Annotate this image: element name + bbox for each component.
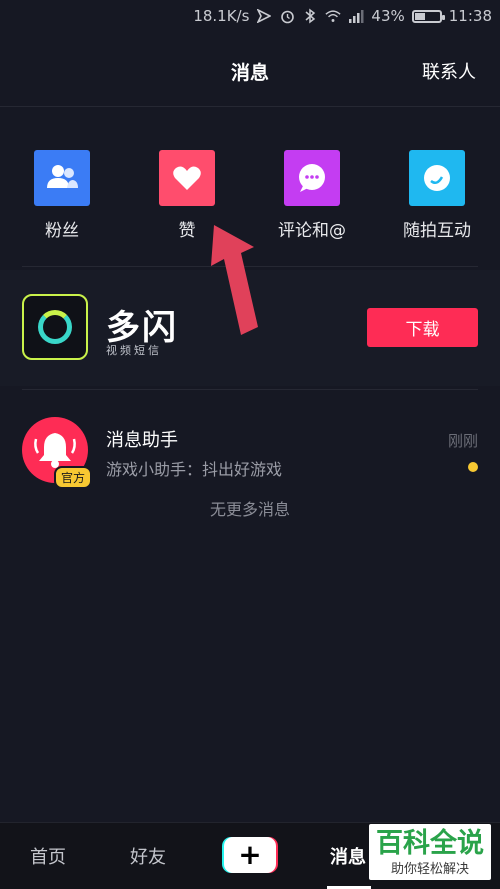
camera-icon xyxy=(409,150,465,206)
divider xyxy=(22,389,478,390)
create-button[interactable]: + xyxy=(222,837,278,873)
annotation-arrow-icon xyxy=(211,225,258,335)
alarm-icon xyxy=(279,8,295,24)
category-label: 随拍互动 xyxy=(403,221,471,241)
watermark-title: 百科全说 xyxy=(376,828,484,859)
message-title: 消息助手 xyxy=(106,430,178,451)
ad-tagline: 视频短信 xyxy=(106,344,162,357)
category-label: 粉丝 xyxy=(45,221,79,241)
battery-icon xyxy=(411,9,445,23)
watermark-subtitle: 助你轻松解决 xyxy=(390,862,469,877)
bluetooth-icon xyxy=(302,8,318,24)
status-bar: 18.1K/s 43% 11:38 xyxy=(0,0,500,36)
signal-icon xyxy=(348,8,364,24)
fans-icon xyxy=(34,150,90,206)
status-indicators: 18.1K/s 43% 11:38 xyxy=(193,7,492,25)
official-badge: 官方 xyxy=(54,466,93,489)
tab-friends[interactable]: 好友 xyxy=(130,843,166,869)
header: 消息 联系人 xyxy=(0,36,500,107)
heart-icon xyxy=(159,150,215,206)
list-item[interactable]: 官方 消息助手 游戏小助手：抖出好游戏 刚刚 xyxy=(0,400,500,490)
comment-icon xyxy=(284,150,340,206)
plus-icon: + xyxy=(224,837,276,873)
clock: 11:38 xyxy=(448,7,492,25)
tab-home[interactable]: 首页 xyxy=(30,843,66,869)
download-button[interactable]: 下载 xyxy=(367,308,478,347)
contacts-button[interactable]: 联系人 xyxy=(422,58,476,84)
battery-percent: 43% xyxy=(371,7,405,25)
network-speed: 18.1K/s xyxy=(193,7,250,25)
send-icon xyxy=(256,8,272,24)
no-more-messages: 无更多消息 xyxy=(209,500,290,519)
tab-messages[interactable]: 消息 xyxy=(330,843,366,869)
battery-level xyxy=(414,12,425,20)
unread-dot xyxy=(468,462,478,472)
message-preview: 游戏小助手：抖出好游戏 xyxy=(106,460,283,479)
message-time: 刚刚 xyxy=(447,432,478,450)
duoshan-logo-icon xyxy=(22,294,88,360)
category-fans[interactable]: 粉丝 xyxy=(7,150,117,241)
category-label: 评论和@ xyxy=(278,221,346,241)
category-comments[interactable]: 评论和@ xyxy=(257,150,367,241)
watermark: 百科全说 助你轻松解决 xyxy=(369,824,491,880)
wifi-icon xyxy=(325,8,342,24)
category-snap-interaction[interactable]: 随拍互动 xyxy=(382,150,492,241)
